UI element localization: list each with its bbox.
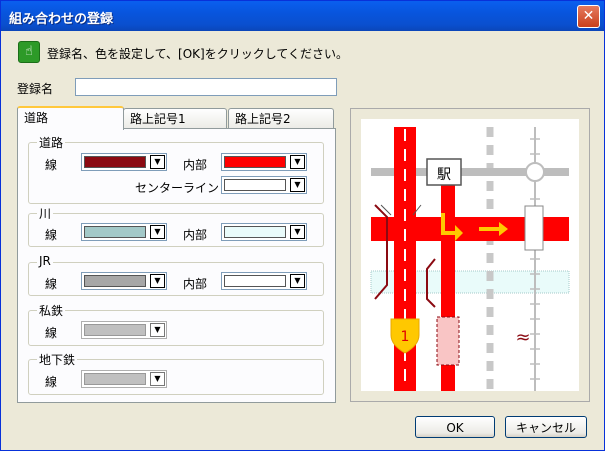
road-line-color-select[interactable]: ▼ bbox=[81, 153, 167, 171]
map-preview: 駅 1 ≈ bbox=[350, 108, 590, 402]
tab-panel: 道路 線 ▼ 内部 ▼ センターライン ▼ 川 線 ▼ 内部 ▼ JR 線 ▼ … bbox=[17, 128, 336, 403]
river-inner-color-select[interactable]: ▼ bbox=[221, 223, 307, 241]
subway-group-title: 地下鉄 bbox=[37, 351, 78, 368]
jr-line-label: 線 bbox=[45, 277, 58, 291]
jr-line-color-select[interactable]: ▼ bbox=[81, 272, 167, 290]
subway-group: 地下鉄 線 ▼ bbox=[28, 351, 324, 395]
jr-inner-label: 内部 bbox=[183, 277, 208, 291]
chevron-down-icon[interactable]: ▼ bbox=[290, 155, 305, 169]
tab-road-marking-2[interactable]: 路上記号2 bbox=[228, 108, 334, 128]
road-center-swatch bbox=[224, 179, 286, 191]
road-group-title: 道路 bbox=[37, 134, 66, 151]
river-line-swatch bbox=[84, 226, 146, 238]
name-label: 登録名 bbox=[17, 82, 54, 96]
tab-road[interactable]: 道路 bbox=[17, 106, 124, 130]
road-inner-color-select[interactable]: ▼ bbox=[221, 153, 307, 171]
road-line-swatch bbox=[84, 156, 146, 168]
private-rail-line-color-select[interactable]: ▼ bbox=[81, 321, 167, 339]
road-centerline-color-select[interactable]: ▼ bbox=[221, 176, 307, 194]
river-line-color-select[interactable]: ▼ bbox=[81, 223, 167, 241]
station-label: 駅 bbox=[437, 167, 451, 183]
chevron-down-icon[interactable]: ▼ bbox=[290, 178, 305, 192]
subway-line-swatch bbox=[84, 373, 146, 385]
subway-line-label: 線 bbox=[45, 375, 58, 389]
river-line-label: 線 bbox=[45, 228, 58, 242]
chevron-down-icon[interactable]: ▼ bbox=[150, 323, 165, 337]
river-symbol-icon: ≈ bbox=[515, 327, 530, 348]
dialog-window: 組み合わせの登録 ✕ ☝ 登録名、色を設定して、[OK]をクリックしてください。… bbox=[0, 0, 605, 451]
station-circle bbox=[525, 162, 545, 182]
chevron-down-icon[interactable]: ▼ bbox=[150, 274, 165, 288]
route-number: 1 bbox=[401, 329, 410, 345]
jr-line-swatch bbox=[84, 275, 146, 287]
road-center-label: センターライン bbox=[135, 181, 220, 195]
underground-road bbox=[436, 316, 460, 366]
river-group: 川 線 ▼ 内部 ▼ bbox=[28, 205, 324, 247]
road-group: 道路 線 ▼ 内部 ▼ センターライン ▼ bbox=[28, 134, 324, 204]
road-inner-swatch bbox=[224, 156, 286, 168]
river-inner-swatch bbox=[224, 226, 286, 238]
chevron-down-icon[interactable]: ▼ bbox=[150, 372, 165, 386]
cancel-button[interactable]: キャンセル bbox=[505, 416, 587, 438]
title-bar[interactable]: 組み合わせの登録 ✕ bbox=[1, 1, 604, 31]
jr-group: JR 線 ▼ 内部 ▼ bbox=[28, 254, 324, 296]
subway-line-color-select[interactable]: ▼ bbox=[81, 370, 167, 388]
instruction-text: 登録名、色を設定して、[OK]をクリックしてください。 bbox=[47, 47, 348, 61]
name-input[interactable] bbox=[75, 78, 337, 96]
private-rail-group: 私鉄 線 ▼ bbox=[28, 302, 324, 346]
hand-icon: ☝ bbox=[18, 41, 40, 63]
tab-road-marking-1[interactable]: 路上記号1 bbox=[123, 108, 227, 128]
private-rail-line-label: 線 bbox=[45, 326, 58, 340]
chevron-down-icon[interactable]: ▼ bbox=[290, 274, 305, 288]
window-title: 組み合わせの登録 bbox=[9, 12, 114, 27]
chevron-down-icon[interactable]: ▼ bbox=[290, 225, 305, 239]
ok-button[interactable]: OK bbox=[415, 416, 495, 438]
river-group-title: 川 bbox=[37, 205, 54, 222]
close-button[interactable]: ✕ bbox=[577, 5, 600, 28]
chevron-down-icon[interactable]: ▼ bbox=[150, 225, 165, 239]
road-line-label: 線 bbox=[45, 158, 58, 172]
chevron-down-icon[interactable]: ▼ bbox=[150, 155, 165, 169]
jr-inner-swatch bbox=[224, 275, 286, 287]
river-inner-label: 内部 bbox=[183, 228, 208, 242]
map-preview-svg: 駅 1 ≈ bbox=[361, 119, 579, 391]
private-rail-line-swatch bbox=[84, 324, 146, 336]
road-inner-label: 内部 bbox=[183, 158, 208, 172]
private-rail-group-title: 私鉄 bbox=[37, 302, 66, 319]
overpass-box bbox=[524, 205, 544, 251]
jr-group-title: JR bbox=[37, 254, 53, 268]
jr-inner-color-select[interactable]: ▼ bbox=[221, 272, 307, 290]
map-background bbox=[361, 119, 579, 391]
